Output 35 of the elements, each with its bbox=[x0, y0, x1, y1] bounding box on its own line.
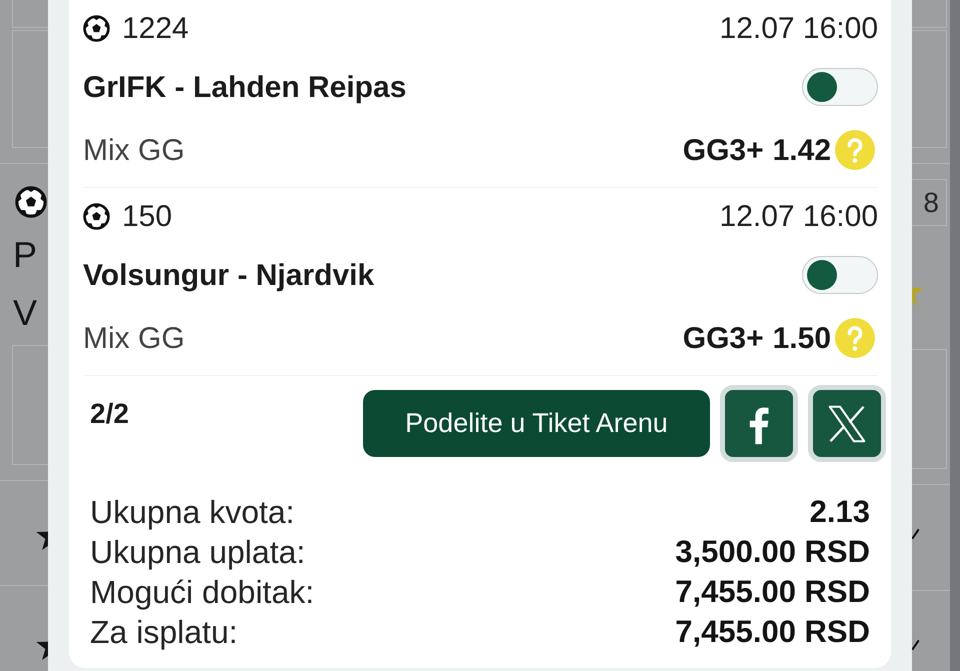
match-code-text: 150 bbox=[122, 198, 172, 234]
summary-label: Mogući dobitak: bbox=[90, 573, 314, 612]
toggle-switch[interactable] bbox=[802, 68, 878, 106]
odds-text: 1.50 bbox=[772, 320, 831, 356]
match-code-text: 1224 bbox=[122, 10, 189, 46]
facebook-button[interactable] bbox=[720, 385, 798, 462]
summary-label: Za isplatu: bbox=[90, 613, 238, 652]
share-button[interactable]: Podelite u Tiket Arenu bbox=[363, 390, 710, 457]
check-icon bbox=[912, 640, 919, 650]
match-time-text: 12.07 16:00 bbox=[720, 10, 878, 46]
check-icon bbox=[912, 529, 919, 539]
summary-label: Ukupna kvota: bbox=[90, 493, 295, 532]
match-time-text: 12.07 16:00 bbox=[720, 198, 878, 234]
soccer-ball-icon bbox=[83, 14, 110, 42]
odds-text: 1.42 bbox=[772, 132, 831, 168]
summary-value: 3,500.00 RSD bbox=[675, 533, 870, 571]
summary-value: 7,455.00 RSD bbox=[675, 573, 870, 611]
odds-cell: 8 bbox=[912, 179, 947, 226]
soccer-ball-icon bbox=[83, 202, 110, 230]
x-share-button[interactable] bbox=[808, 385, 886, 462]
selection-text: GG3+ bbox=[682, 320, 764, 356]
page-indicator-text: 2/2 bbox=[90, 397, 129, 431]
summary-value: 2.13 bbox=[810, 493, 870, 531]
summary-label: Ukupna uplata: bbox=[90, 533, 306, 572]
market-name-text: Mix GG bbox=[83, 132, 185, 168]
toggle-switch[interactable] bbox=[802, 256, 878, 294]
summary-value: 7,455.00 RSD bbox=[675, 613, 870, 651]
selection-text: GG3+ bbox=[682, 132, 764, 168]
market-name-text: Mix GG bbox=[83, 320, 185, 356]
soccer-ball-icon bbox=[15, 186, 47, 218]
row-title-text: V bbox=[13, 293, 38, 333]
match-teams-text: Volsungur - Njardvik bbox=[83, 258, 374, 294]
card-outline bbox=[912, 0, 947, 28]
row-title-text: P bbox=[13, 235, 38, 275]
match-teams-text: GrIFK - Lahden Reipas bbox=[83, 70, 406, 106]
